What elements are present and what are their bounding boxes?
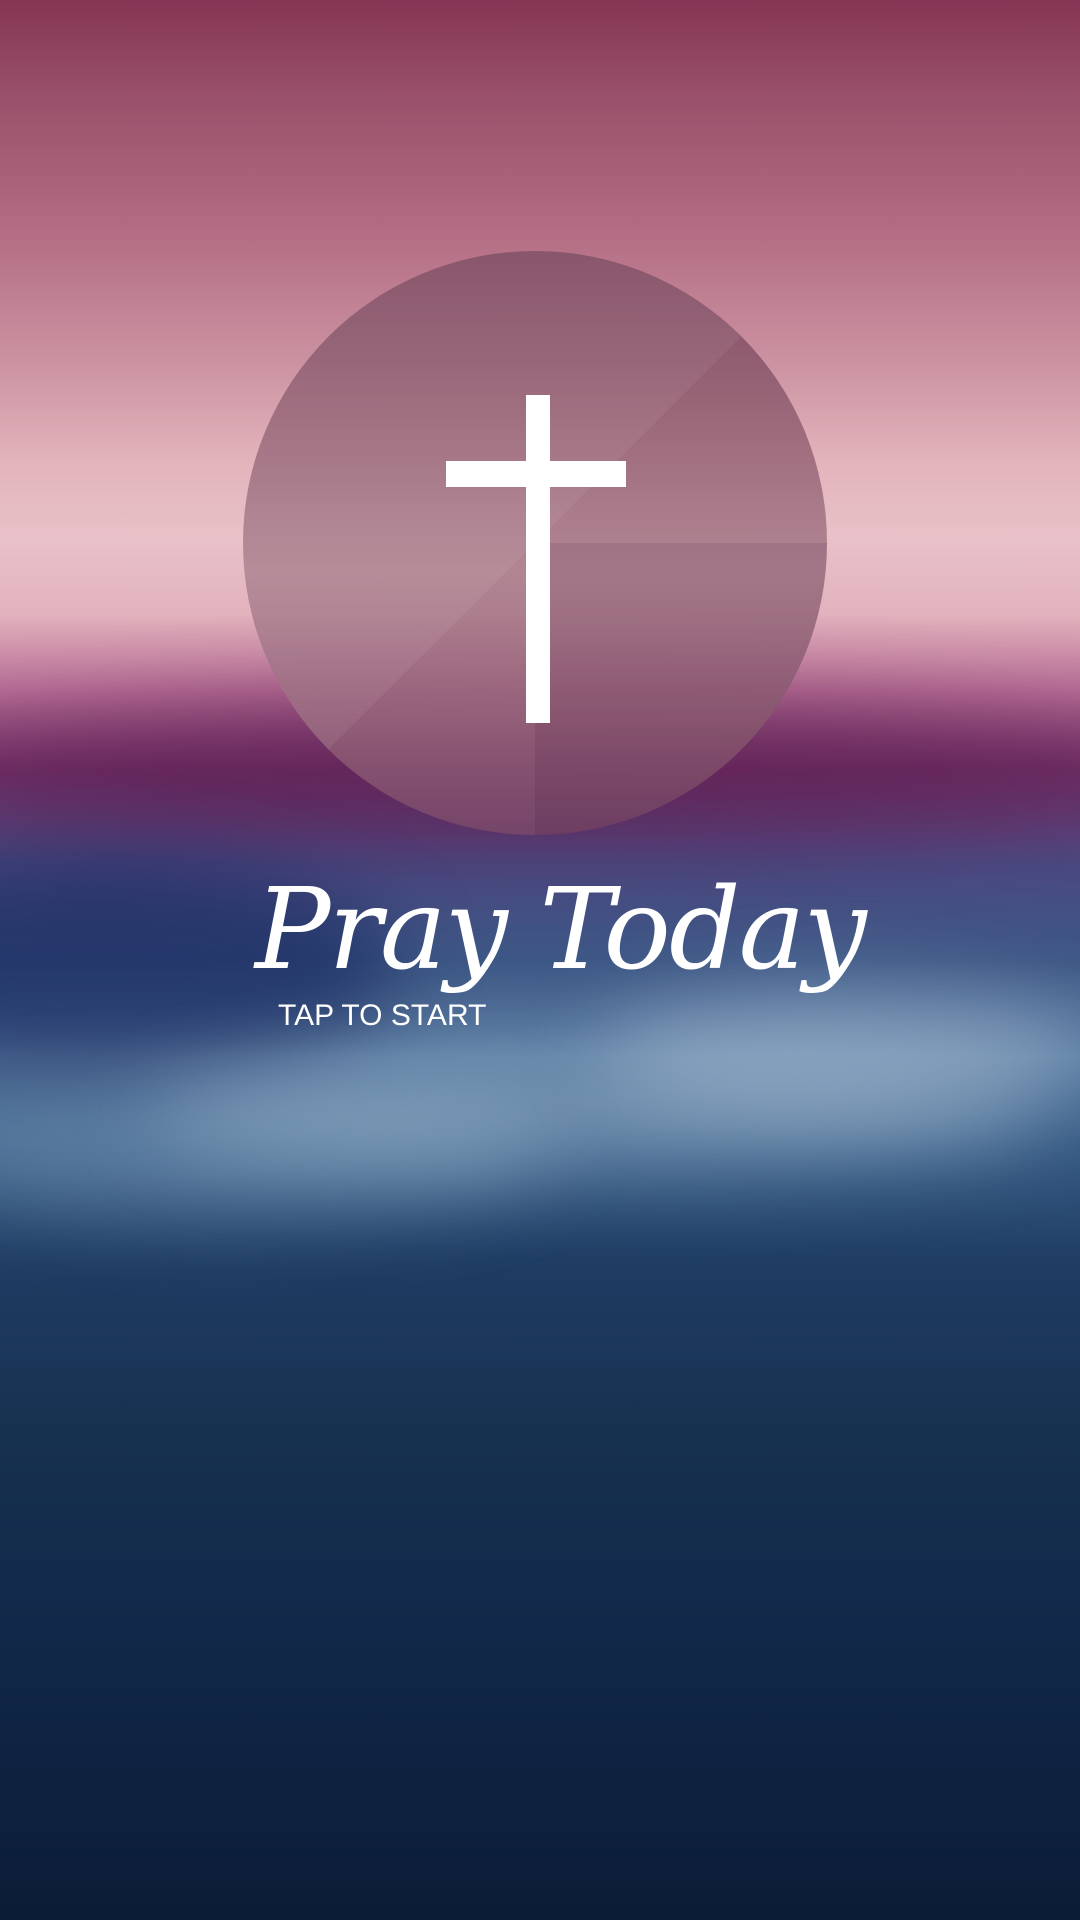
app-title: Pray Today bbox=[255, 865, 867, 995]
cross-vertical-bar bbox=[526, 395, 550, 723]
tap-to-start-label[interactable]: TAP TO START bbox=[278, 998, 538, 1034]
cross-horizontal-bar bbox=[446, 461, 626, 487]
cross-icon bbox=[446, 395, 626, 723]
splash-screen[interactable]: Pray Today TAP TO START bbox=[0, 0, 1080, 1920]
